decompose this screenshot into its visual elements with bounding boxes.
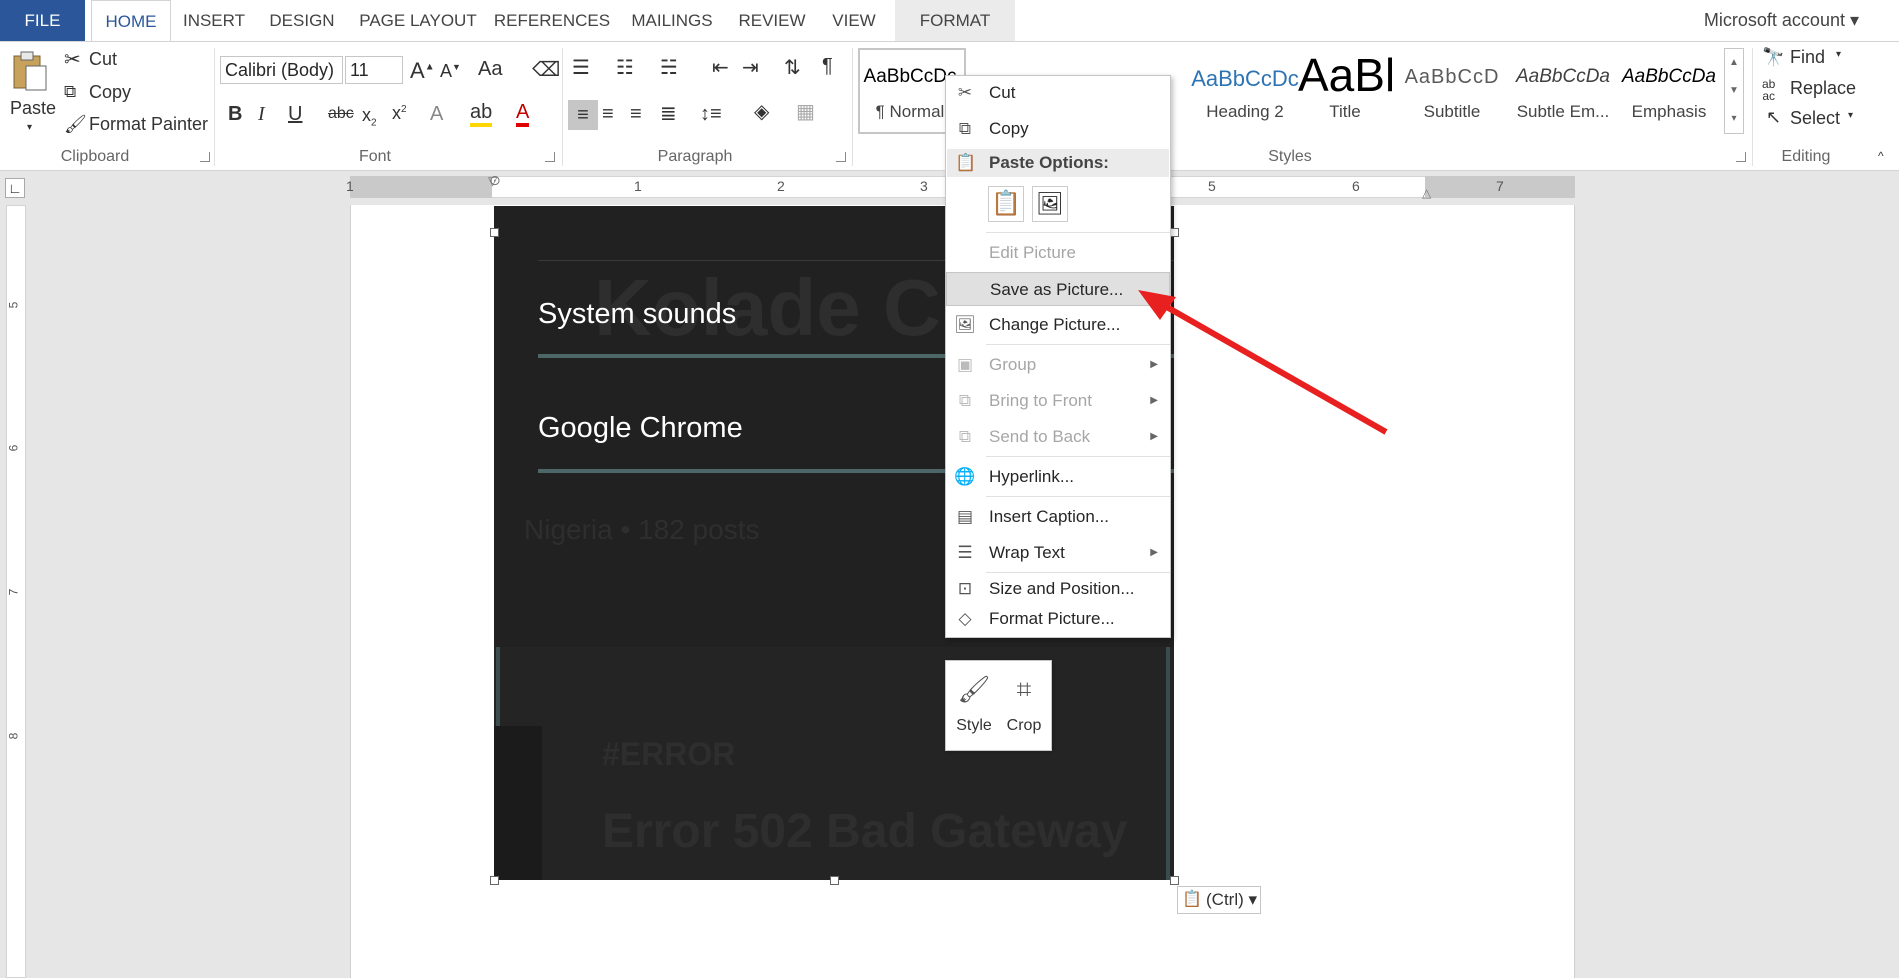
annotation-arrow-line [1156, 299, 1388, 435]
annotation-arrow [1138, 290, 1388, 435]
annotation-arrow-head [1138, 290, 1176, 320]
